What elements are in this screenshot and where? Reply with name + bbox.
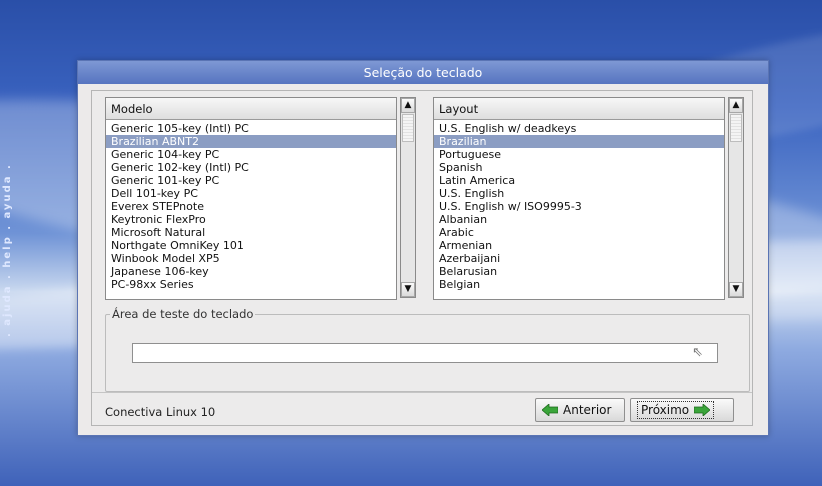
layout-list-item[interactable]: U.S. English	[434, 187, 724, 200]
previous-button-label: Anterior	[563, 403, 612, 417]
scroll-up-button[interactable]: ▲	[729, 98, 743, 113]
model-list-item[interactable]: Dell 101-key PC	[106, 187, 396, 200]
model-list-item[interactable]: Winbook Model XP5	[106, 252, 396, 265]
model-list-item[interactable]: Generic 105-key (Intl) PC	[106, 122, 396, 135]
layout-list-item[interactable]: Spanish	[434, 161, 724, 174]
layout-list-item[interactable]: Belarusian	[434, 265, 724, 278]
layout-list-header[interactable]: Layout	[434, 98, 724, 120]
model-list-header[interactable]: Modelo	[106, 98, 396, 120]
scroll-thumb[interactable]	[402, 114, 414, 142]
layout-list-item[interactable]: U.S. English w/ ISO9995-3	[434, 200, 724, 213]
model-list-item[interactable]: Keytronic FlexPro	[106, 213, 396, 226]
help-side-tab[interactable]: . ajuda . help . ayuda .	[2, 150, 22, 350]
layout-list-item[interactable]: Arabic	[434, 226, 724, 239]
layout-list-item[interactable]: Brazilian	[434, 135, 724, 148]
layout-listbox[interactable]: Layout U.S. English w/ deadkeys Brazilian…	[433, 97, 725, 300]
dialog-title: Seleção do teclado	[78, 61, 768, 84]
model-list-item[interactable]: PC-98xx Series	[106, 278, 396, 291]
model-list-item[interactable]: Generic 104-key PC	[106, 148, 396, 161]
layout-list-items: U.S. English w/ deadkeys Brazilian Portugu…	[434, 120, 724, 291]
next-button-focus: Próximo	[637, 401, 715, 419]
layout-list-item[interactable]: Portuguese	[434, 148, 724, 161]
previous-button[interactable]: Anterior	[535, 398, 625, 422]
layout-list-scrollbar[interactable]: ▲ ▼	[728, 97, 744, 298]
product-name: Conectiva Linux 10	[105, 405, 216, 419]
model-list-item[interactable]: Northgate OmniKey 101	[106, 239, 396, 252]
next-button-label: Próximo	[641, 403, 690, 417]
layout-list-item[interactable]: U.S. English w/ deadkeys	[434, 122, 724, 135]
model-list-items: Generic 105-key (Intl) PC Brazilian ABNT2…	[106, 120, 396, 291]
dialog-content: Modelo Generic 105-key (Intl) PC Brazilia…	[91, 90, 753, 426]
layout-list-item[interactable]: Belgian	[434, 278, 724, 291]
scroll-up-button[interactable]: ▲	[401, 98, 415, 113]
model-list-item[interactable]: Microsoft Natural	[106, 226, 396, 239]
model-list-item[interactable]: Japanese 106-key	[106, 265, 396, 278]
layout-list-item[interactable]: Azerbaijani	[434, 252, 724, 265]
layout-list-item[interactable]: Armenian	[434, 239, 724, 252]
scroll-down-button[interactable]: ▼	[401, 282, 415, 297]
scroll-thumb[interactable]	[730, 114, 742, 142]
scroll-down-button[interactable]: ▼	[729, 282, 743, 297]
model-list-item[interactable]: Generic 101-key PC	[106, 174, 396, 187]
layout-list-item[interactable]: Latin America	[434, 174, 724, 187]
keyboard-test-legend: Área de teste do teclado	[110, 307, 256, 321]
next-button[interactable]: Próximo	[630, 398, 734, 422]
model-list-item[interactable]: Everex STEPnote	[106, 200, 396, 213]
keyboard-test-input[interactable]	[132, 343, 718, 363]
model-listbox[interactable]: Modelo Generic 105-key (Intl) PC Brazilia…	[105, 97, 397, 300]
arrow-left-icon	[542, 404, 558, 416]
arrow-right-icon	[694, 404, 711, 416]
keyboard-selection-dialog: Seleção do teclado Modelo Generic 105-ke…	[77, 60, 769, 436]
keyboard-test-group: Área de teste do teclado ⇖	[105, 307, 750, 392]
footer-divider	[92, 392, 752, 393]
model-list-item[interactable]: Generic 102-key (Intl) PC	[106, 161, 396, 174]
model-list-scrollbar[interactable]: ▲ ▼	[400, 97, 416, 298]
model-list-item[interactable]: Brazilian ABNT2	[106, 135, 396, 148]
layout-list-item[interactable]: Albanian	[434, 213, 724, 226]
mouse-cursor-icon: ⇖	[692, 345, 703, 360]
